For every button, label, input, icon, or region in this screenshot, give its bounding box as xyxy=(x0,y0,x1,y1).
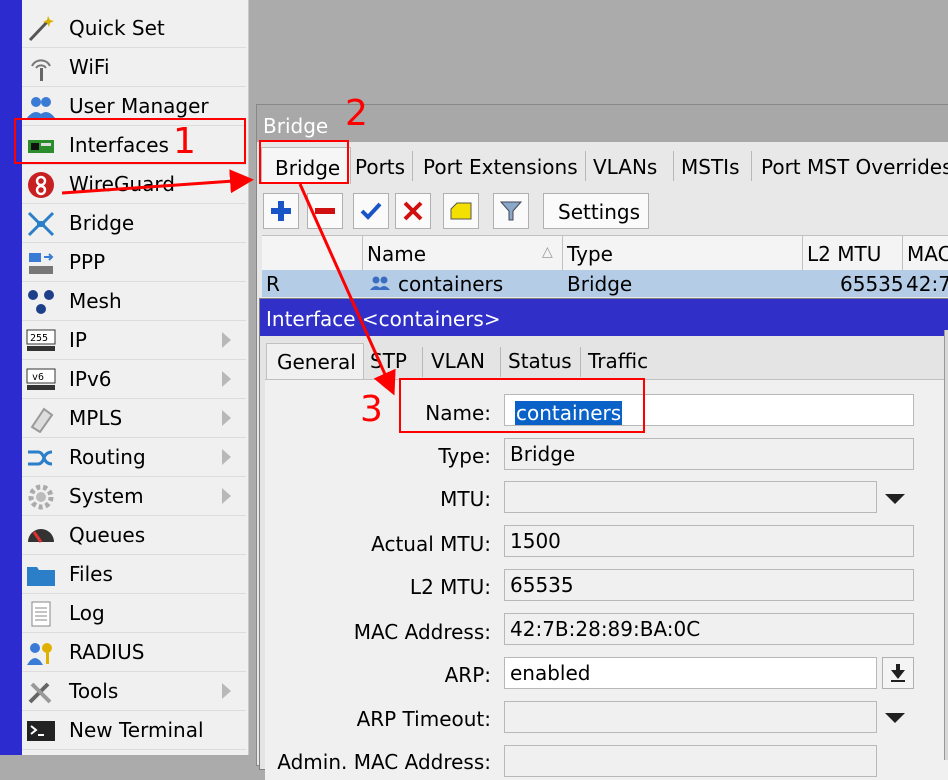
arrow-to-name-field xyxy=(298,183,396,396)
arrow-to-bridge-tab xyxy=(61,169,254,195)
annotation-arrows xyxy=(61,169,396,396)
